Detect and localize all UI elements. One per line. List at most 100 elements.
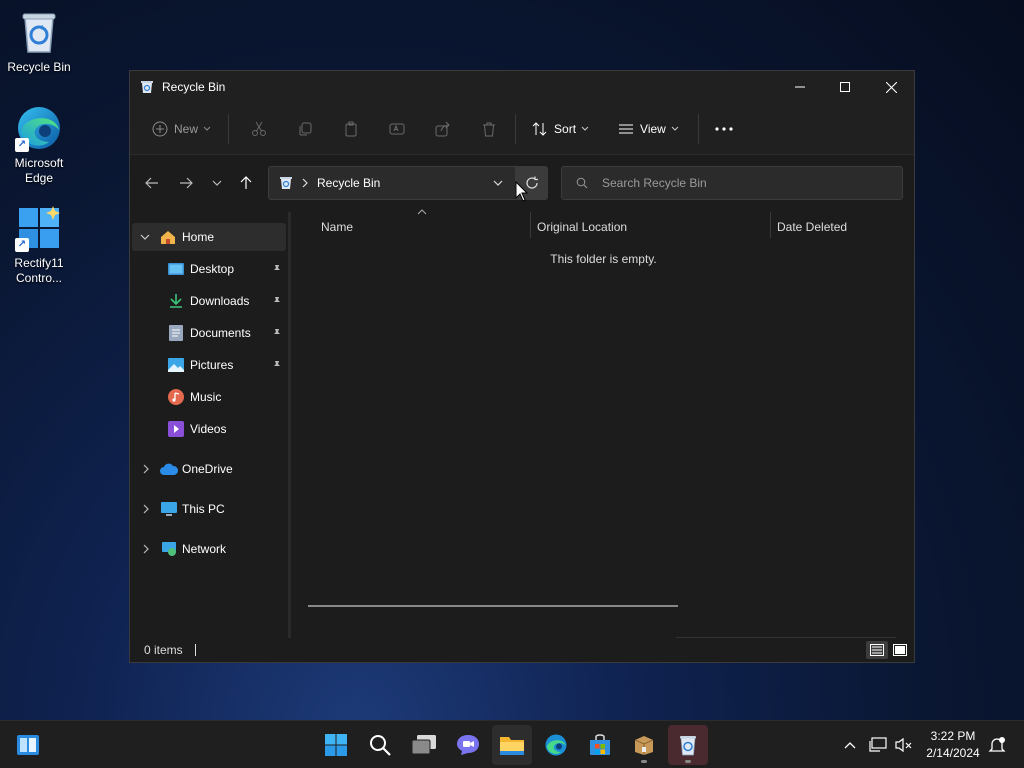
pin-icon <box>274 329 280 338</box>
desktop-icon-recycle-bin[interactable]: Recycle Bin <box>1 8 77 75</box>
store-taskbar-button[interactable] <box>580 725 620 765</box>
column-divider[interactable] <box>770 212 771 238</box>
cut-button[interactable] <box>243 112 275 146</box>
back-button[interactable] <box>140 173 164 193</box>
new-button-label: New <box>174 121 199 136</box>
explorer-body: Home Desktop Downloads Documents Picture… <box>130 209 914 638</box>
large-icons-view-icon <box>893 644 907 656</box>
chevron-right-icon[interactable] <box>142 504 150 514</box>
nav-item-this-pc[interactable]: This PC <box>132 495 286 523</box>
widgets-icon <box>17 735 39 755</box>
recent-locations-button[interactable] <box>205 173 229 193</box>
sort-icon <box>532 121 547 136</box>
chat-icon <box>457 735 479 755</box>
scissors-icon <box>252 121 267 136</box>
status-separator <box>194 644 196 656</box>
nav-item-music[interactable]: Music <box>132 383 286 411</box>
sort-button-label: Sort <box>554 121 577 136</box>
file-explorer-taskbar-button[interactable] <box>492 725 532 765</box>
copy-button[interactable] <box>289 112 321 146</box>
chevron-down-icon[interactable] <box>140 232 150 242</box>
nav-item-desktop[interactable]: Desktop <box>132 255 286 283</box>
maximize-button[interactable] <box>822 71 868 103</box>
file-explorer-window: Recycle Bin New Sort View Recycle Bin Se… <box>129 70 915 663</box>
nav-item-pictures[interactable]: Pictures <box>132 351 286 379</box>
sort-button[interactable]: Sort <box>524 112 598 146</box>
window-title: Recycle Bin <box>162 80 226 94</box>
column-header-original-location[interactable]: Original Location <box>537 216 627 238</box>
chat-button[interactable] <box>448 725 488 765</box>
package-box-icon <box>634 736 654 755</box>
desktop-icon-rectify11[interactable]: ↗ Rectify11 Contro... <box>1 204 77 286</box>
start-button[interactable] <box>316 725 356 765</box>
task-view-icon <box>411 735 436 755</box>
forward-button[interactable] <box>174 173 198 193</box>
nav-item-home[interactable]: Home <box>132 223 286 251</box>
nav-item-label: Desktop <box>190 262 235 276</box>
mouse-cursor-icon <box>515 181 529 202</box>
volume-button[interactable] <box>892 733 916 757</box>
address-location[interactable]: Recycle Bin <box>317 176 380 190</box>
pin-icon <box>274 297 280 306</box>
nav-item-videos[interactable]: Videos <box>132 415 286 443</box>
network-ethernet-icon <box>869 737 887 752</box>
edge-taskbar-button[interactable] <box>536 725 576 765</box>
nav-item-label: Network <box>182 542 227 556</box>
widgets-button[interactable] <box>8 725 48 765</box>
windows-start-icon <box>325 734 347 756</box>
search-icon <box>576 177 588 189</box>
copy-icon <box>299 122 312 135</box>
minimize-button[interactable] <box>777 71 823 103</box>
address-bar[interactable]: Recycle Bin <box>268 166 548 200</box>
view-button[interactable]: View <box>610 112 688 146</box>
paste-icon <box>345 121 357 136</box>
taskbar-clock[interactable]: 3:22 PM 2/14/2024 <box>920 728 986 762</box>
address-history-dropdown-icon[interactable] <box>493 178 503 188</box>
column-header-date-deleted[interactable]: Date Deleted <box>777 216 847 238</box>
large-icons-view-button[interactable] <box>890 641 910 659</box>
toolbar-divider <box>697 113 699 144</box>
shortcut-arrow-icon: ↗ <box>15 138 29 152</box>
edge-icon <box>545 734 567 756</box>
nav-item-documents[interactable]: Documents <box>132 319 286 347</box>
item-count: 0 items <box>144 643 183 657</box>
search-button[interactable] <box>360 725 400 765</box>
more-dots-icon <box>715 126 733 131</box>
title-bar[interactable]: Recycle Bin <box>130 71 914 103</box>
nav-item-downloads[interactable]: Downloads <box>132 287 286 315</box>
chevron-right-icon[interactable] <box>142 544 150 554</box>
nav-item-label: Home <box>182 230 215 244</box>
horizontal-scrollbar[interactable] <box>308 605 678 607</box>
more-options-button[interactable] <box>707 112 741 146</box>
desktop-icon-edge[interactable]: ↗ Microsoft Edge <box>1 104 77 186</box>
show-hidden-icons-button[interactable] <box>838 733 862 757</box>
up-button[interactable] <box>234 173 258 193</box>
chevron-right-icon[interactable] <box>142 464 150 474</box>
chevron-right-icon <box>302 178 308 188</box>
nav-item-network[interactable]: Network <box>132 535 286 563</box>
paste-button[interactable] <box>335 112 367 146</box>
rename-button[interactable] <box>381 112 413 146</box>
navigation-pane: Home Desktop Downloads Documents Picture… <box>130 212 288 638</box>
nav-item-onedrive[interactable]: OneDrive <box>132 455 286 483</box>
network-status-button[interactable] <box>866 733 890 757</box>
command-bar: New Sort View <box>130 103 914 155</box>
new-button[interactable]: New <box>144 112 220 146</box>
details-view-button[interactable] <box>866 641 888 659</box>
notifications-button[interactable] <box>985 733 1009 757</box>
computer-icon <box>161 501 177 516</box>
file-list-pane: Name Original Location Date Deleted This… <box>291 209 914 638</box>
column-divider[interactable] <box>530 212 531 238</box>
empty-folder-message: This folder is empty. <box>550 252 657 266</box>
rectify11-control-icon: ↗ <box>15 204 63 252</box>
close-button[interactable] <box>868 71 914 103</box>
column-header-name[interactable]: Name <box>321 216 353 238</box>
delete-button[interactable] <box>473 112 505 146</box>
search-input[interactable]: Search Recycle Bin <box>561 166 903 200</box>
share-button[interactable] <box>427 112 459 146</box>
recycle-bin-icon <box>680 736 696 756</box>
nav-item-label: OneDrive <box>182 462 233 476</box>
recycle-bin-taskbar-button[interactable] <box>668 725 708 765</box>
task-view-button[interactable] <box>404 725 444 765</box>
package-app-taskbar-button[interactable] <box>624 725 664 765</box>
